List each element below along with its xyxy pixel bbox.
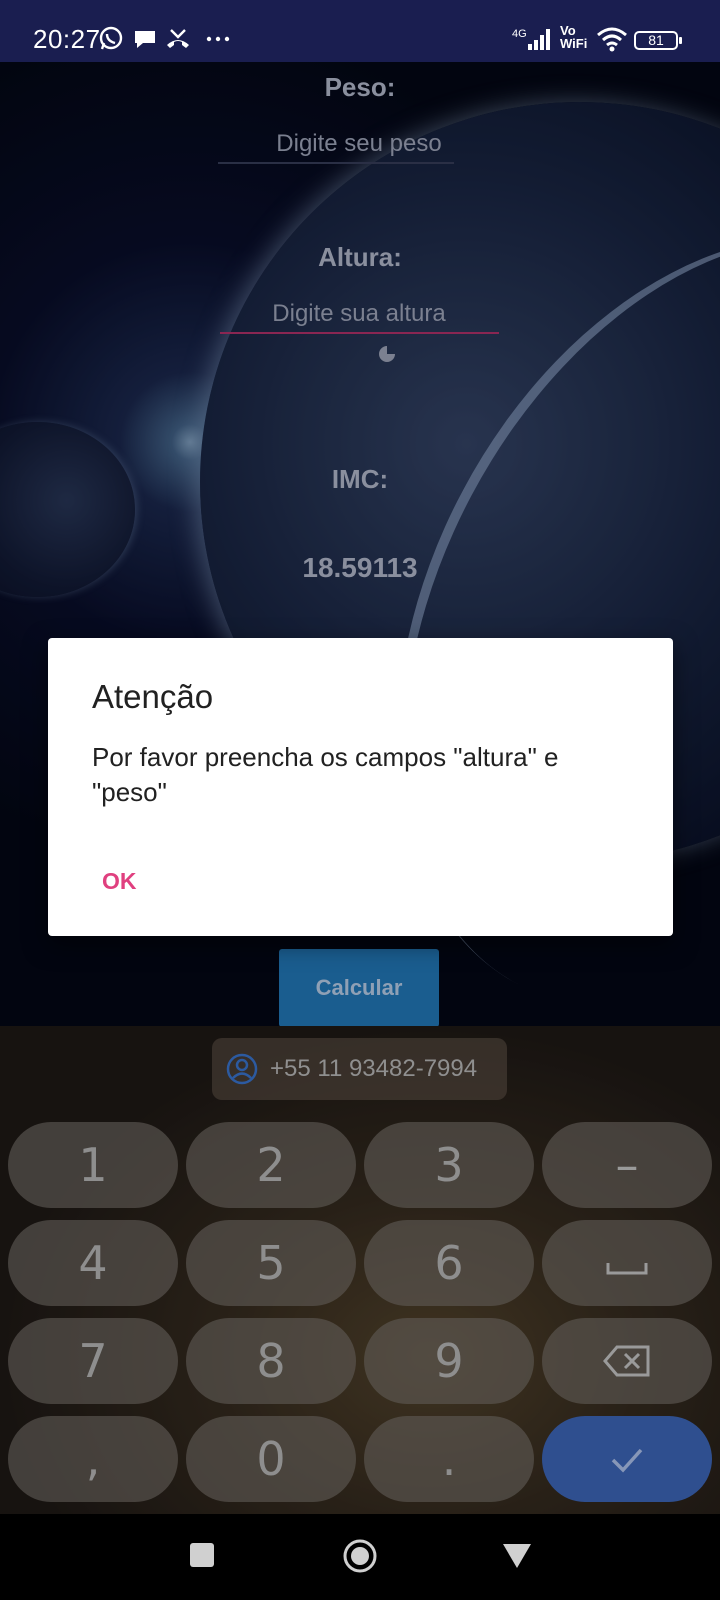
suggestion-text: +55 11 93482-7994 <box>270 1055 478 1082</box>
vowifi-label: Vo WiFi <box>560 23 588 51</box>
key-5[interactable]: 5 <box>186 1220 356 1306</box>
numeric-keyboard: +55 11 93482-7994 1 2 3 – 4 5 6 7 8 9 , … <box>0 1026 720 1514</box>
key-dot[interactable]: . <box>364 1416 534 1502</box>
missed-call-icon <box>167 29 189 48</box>
contact-icon <box>226 1053 258 1085</box>
weight-input[interactable]: Digite seu peso <box>250 130 468 158</box>
weight-label: Peso: <box>324 72 396 102</box>
key-comma[interactable]: , <box>8 1416 178 1502</box>
contact-suggestion[interactable]: +55 11 93482-7994 <box>212 1038 507 1100</box>
alert-dialog: Atenção Por favor preencha os campos "al… <box>48 638 673 936</box>
clock: 20:27 <box>33 24 101 54</box>
navigation-bar <box>0 1514 720 1600</box>
key-8[interactable]: 8 <box>186 1318 356 1404</box>
wifi-icon <box>597 27 627 52</box>
status-bar: 20:27 4G Vo WiFi 81 <box>0 0 720 62</box>
recents-button-icon[interactable] <box>189 1542 215 1568</box>
dialog-title: Atenção <box>92 678 214 715</box>
height-label: Altura: <box>318 242 402 272</box>
signal-icon <box>528 29 550 50</box>
key-3[interactable]: 3 <box>364 1122 534 1208</box>
key-2[interactable]: 2 <box>186 1122 356 1208</box>
key-0[interactable]: 0 <box>186 1416 356 1502</box>
home-button-icon[interactable] <box>342 1538 378 1574</box>
more-dots-icon <box>206 36 230 42</box>
height-input-underline <box>220 332 499 334</box>
cursor-handle-icon[interactable] <box>378 344 396 364</box>
key-4[interactable]: 4 <box>8 1220 178 1306</box>
key-1[interactable]: 1 <box>8 1122 178 1208</box>
key-6[interactable]: 6 <box>364 1220 534 1306</box>
check-icon <box>611 1448 643 1473</box>
network-type: 4G <box>512 28 527 40</box>
key-9[interactable]: 9 <box>364 1318 534 1404</box>
minus-key[interactable]: – <box>542 1122 712 1208</box>
space-icon <box>606 1263 648 1275</box>
imc-label: IMC: <box>331 464 389 494</box>
whatsapp-icon <box>99 26 123 50</box>
backspace-key[interactable] <box>542 1318 712 1404</box>
done-key[interactable] <box>542 1416 712 1502</box>
backspace-icon <box>603 1345 650 1377</box>
battery-indicator: 81 <box>634 31 682 50</box>
height-input[interactable]: Digite sua altura <box>218 300 500 328</box>
dialog-message: Por favor preencha os campos "altura" e … <box>92 742 559 807</box>
weight-input-underline <box>218 162 454 164</box>
ok-button[interactable]: OK <box>92 860 147 903</box>
space-key[interactable] <box>542 1220 712 1306</box>
calculate-button[interactable]: Calcular <box>279 949 439 1026</box>
back-button-icon[interactable] <box>502 1542 532 1570</box>
imc-result: 18.59113 <box>302 552 418 583</box>
chat-icon <box>135 31 155 48</box>
key-7[interactable]: 7 <box>8 1318 178 1404</box>
